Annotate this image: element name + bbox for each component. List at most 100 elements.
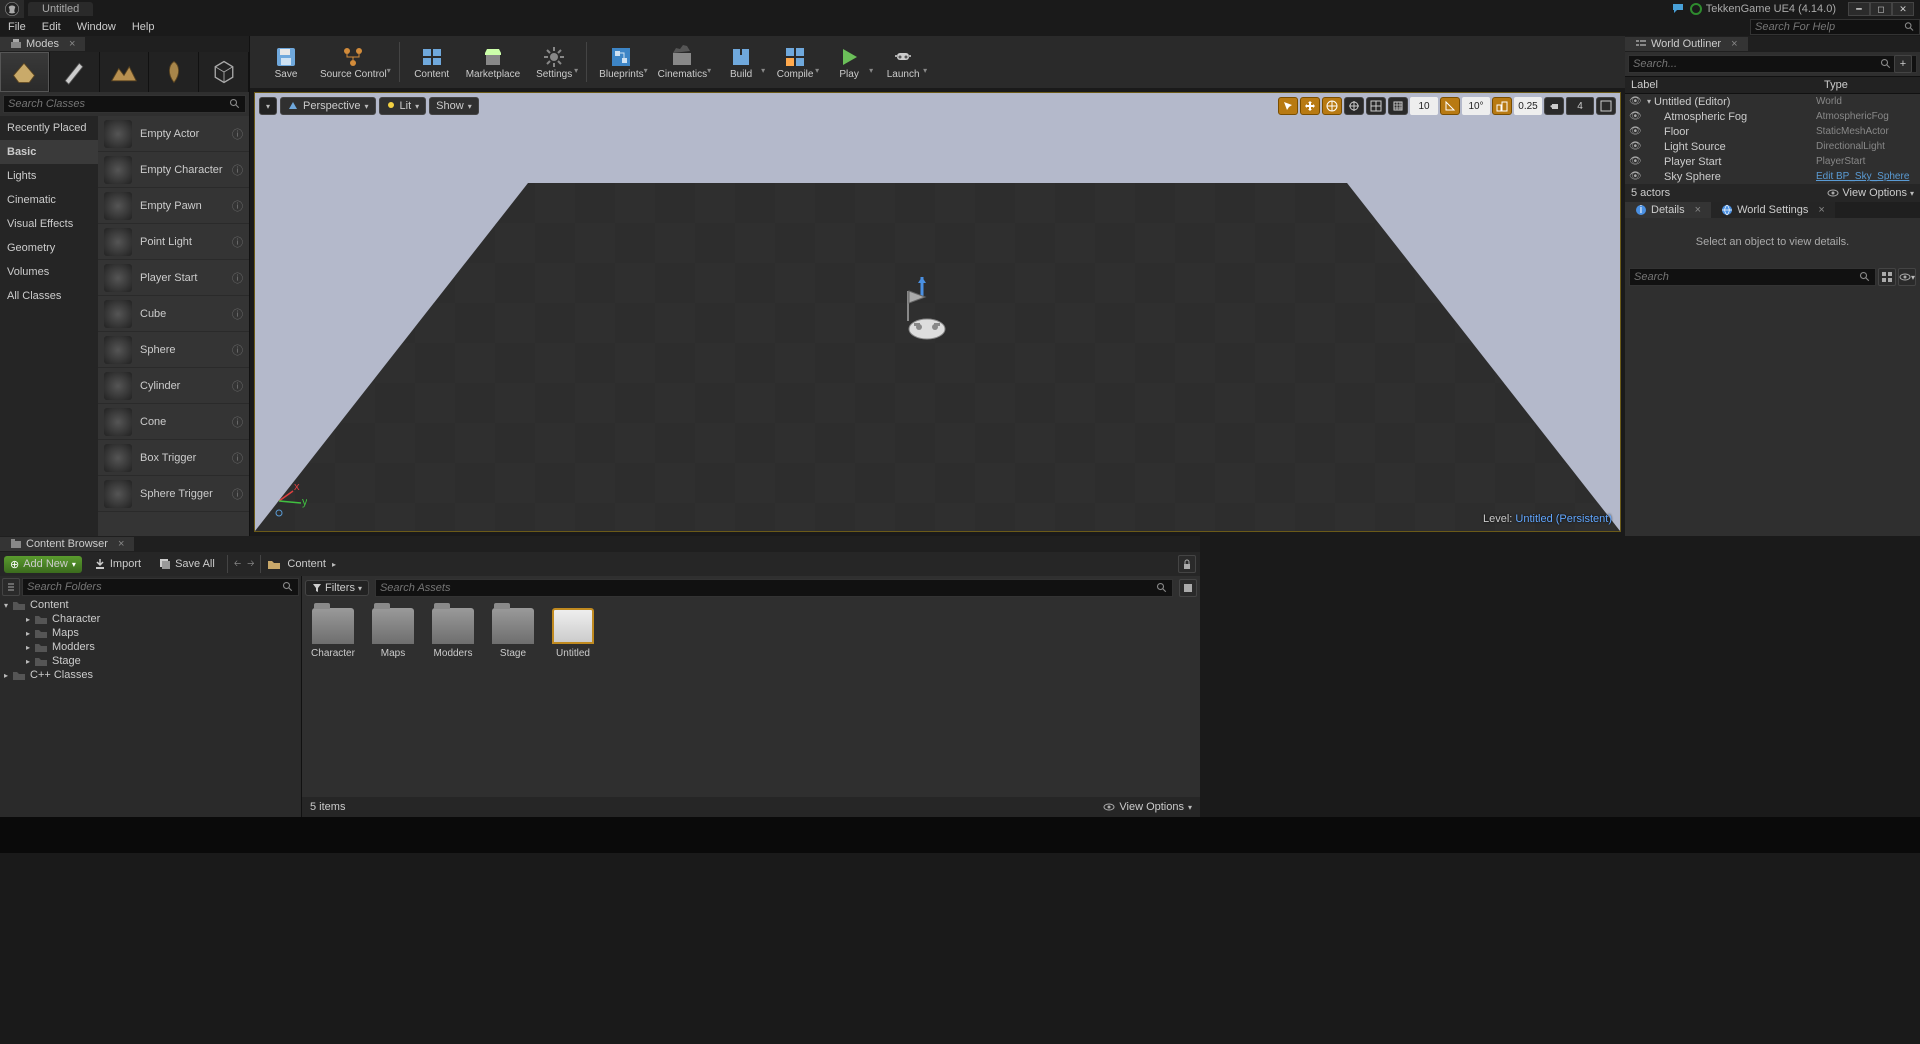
visibility-toggle[interactable]: 👁 (1629, 156, 1643, 167)
category-lights[interactable]: Lights (0, 164, 98, 188)
outliner-row[interactable]: 👁Sky SphereEdit BP_Sky_Sphere (1625, 169, 1920, 184)
menu-help[interactable]: Help (132, 21, 155, 33)
launch-button[interactable]: Launch (877, 38, 929, 86)
lit-dropdown[interactable]: Lit▾ (379, 97, 427, 115)
place-item[interactable]: Cubeⓘ (98, 296, 249, 332)
folder-search-input[interactable] (27, 581, 282, 593)
place-item[interactable]: Sphereⓘ (98, 332, 249, 368)
info-icon[interactable]: ⓘ (232, 378, 243, 394)
foliage-mode[interactable] (149, 52, 199, 92)
scale-snap-toggle[interactable] (1492, 97, 1512, 115)
place-item[interactable]: Sphere Triggerⓘ (98, 476, 249, 512)
close-icon[interactable]: × (1731, 38, 1737, 50)
view-options-button[interactable]: View Options (1842, 187, 1907, 199)
window-close[interactable]: ✕ (1892, 2, 1914, 16)
save-button[interactable]: Save (260, 38, 312, 86)
title-tab[interactable]: Untitled (28, 2, 93, 16)
close-icon[interactable]: × (1818, 204, 1824, 216)
lock-button[interactable] (1178, 555, 1196, 573)
place-item[interactable]: Box Triggerⓘ (98, 440, 249, 476)
category-visual-effects[interactable]: Visual Effects (0, 212, 98, 236)
asset-map[interactable]: Untitled (550, 608, 596, 659)
info-icon[interactable]: ⓘ (232, 486, 243, 502)
info-icon[interactable]: ⓘ (232, 342, 243, 358)
player-start-gizmo[interactable] (897, 277, 957, 357)
breadcrumb-path[interactable]: Content (287, 558, 326, 570)
tree-cpp-root[interactable]: ▸C++ Classes (0, 668, 301, 682)
grid-snap-toggle[interactable] (1366, 97, 1386, 115)
menu-edit[interactable]: Edit (42, 21, 61, 33)
translate-tool[interactable] (1300, 97, 1320, 115)
help-search-input[interactable] (1755, 21, 1904, 33)
window-minimize[interactable]: ━ (1848, 2, 1870, 16)
place-item[interactable]: Empty Pawnⓘ (98, 188, 249, 224)
place-item[interactable]: Point Lightⓘ (98, 224, 249, 260)
select-tool[interactable] (1278, 97, 1298, 115)
modes-tab[interactable]: Modes × (0, 37, 85, 51)
visibility-toggle[interactable]: 👁 (1629, 141, 1643, 152)
paint-mode[interactable] (50, 52, 100, 92)
outliner-row[interactable]: 👁Light SourceDirectionalLight (1625, 139, 1920, 154)
outliner-row[interactable]: 👁▾Untitled (Editor)World (1625, 94, 1920, 109)
view-options-button[interactable]: View Options (1119, 801, 1184, 813)
info-icon[interactable]: ⓘ (232, 270, 243, 286)
place-item[interactable]: Coneⓘ (98, 404, 249, 440)
history-back[interactable]: 🡠 (234, 556, 241, 572)
outliner-row[interactable]: 👁FloorStaticMeshActor (1625, 124, 1920, 139)
blueprints-button[interactable]: Blueprints (593, 38, 649, 86)
save-all-button[interactable]: Save All (153, 556, 221, 572)
asset-folder[interactable]: Maps (370, 608, 416, 659)
perspective-dropdown[interactable]: Perspective▾ (280, 97, 376, 115)
close-icon[interactable]: × (118, 538, 124, 550)
toggle-sources[interactable] (2, 578, 20, 596)
visibility-toggle[interactable]: 👁 (1629, 126, 1643, 137)
coord-toggle[interactable] (1322, 97, 1342, 115)
info-icon[interactable]: ⓘ (232, 414, 243, 430)
compile-button[interactable]: Compile (769, 38, 821, 86)
grid-snap-icon[interactable] (1388, 97, 1408, 115)
category-recently-placed[interactable]: Recently Placed (0, 116, 98, 140)
actor-type[interactable]: Edit BP_Sky_Sphere (1816, 171, 1916, 182)
menu-window[interactable]: Window (77, 21, 116, 33)
filters-button[interactable]: Filters▾ (305, 580, 369, 596)
play-button[interactable]: Play (823, 38, 875, 86)
settings-button[interactable]: Settings (528, 38, 580, 86)
import-button[interactable]: Import (88, 556, 147, 572)
place-item[interactable]: Cylinderⓘ (98, 368, 249, 404)
place-item[interactable]: Player Startⓘ (98, 260, 249, 296)
category-geometry[interactable]: Geometry (0, 236, 98, 260)
category-volumes[interactable]: Volumes (0, 260, 98, 284)
outliner-row[interactable]: 👁Atmospheric FogAtmosphericFog (1625, 109, 1920, 124)
camera-speed-value[interactable]: 4 (1566, 97, 1594, 115)
close-icon[interactable]: × (69, 38, 75, 50)
eye-toggle-button[interactable]: ▾ (1898, 268, 1916, 286)
viewport-menu[interactable]: ▾ (259, 97, 277, 115)
info-icon[interactable]: ⓘ (232, 198, 243, 214)
window-maximize[interactable]: ◻ (1870, 2, 1892, 16)
history-fwd[interactable]: 🡢 (247, 556, 254, 572)
build-button[interactable]: Build (715, 38, 767, 86)
angle-snap-value[interactable]: 10° (1462, 97, 1490, 115)
outliner-tab[interactable]: World Outliner × (1625, 37, 1748, 51)
geometry-mode[interactable] (199, 52, 249, 92)
landscape-mode[interactable] (100, 52, 150, 92)
tree-folder[interactable]: ▸Maps (0, 626, 301, 640)
grid-snap-value[interactable]: 10 (1410, 97, 1438, 115)
place-item[interactable]: Empty Actorⓘ (98, 116, 249, 152)
category-cinematic[interactable]: Cinematic (0, 188, 98, 212)
tree-content-root[interactable]: ▾Content (0, 598, 301, 612)
visibility-toggle[interactable]: 👁 (1629, 171, 1643, 182)
asset-folder[interactable]: Modders (430, 608, 476, 659)
scale-snap-value[interactable]: 0.25 (1514, 97, 1542, 115)
info-icon[interactable]: ⓘ (232, 126, 243, 142)
surface-snap[interactable] (1344, 97, 1364, 115)
tree-folder[interactable]: ▸Stage (0, 654, 301, 668)
show-dropdown[interactable]: Show▾ (429, 97, 479, 115)
class-search-input[interactable] (8, 98, 229, 110)
source-control-button[interactable]: Source Control (314, 38, 393, 86)
asset-search-input[interactable] (380, 582, 1156, 594)
content-browser-tab[interactable]: Content Browser × (0, 537, 134, 551)
outliner-add[interactable]: + (1894, 55, 1912, 73)
class-search[interactable] (3, 95, 246, 113)
info-icon[interactable]: ⓘ (232, 234, 243, 250)
